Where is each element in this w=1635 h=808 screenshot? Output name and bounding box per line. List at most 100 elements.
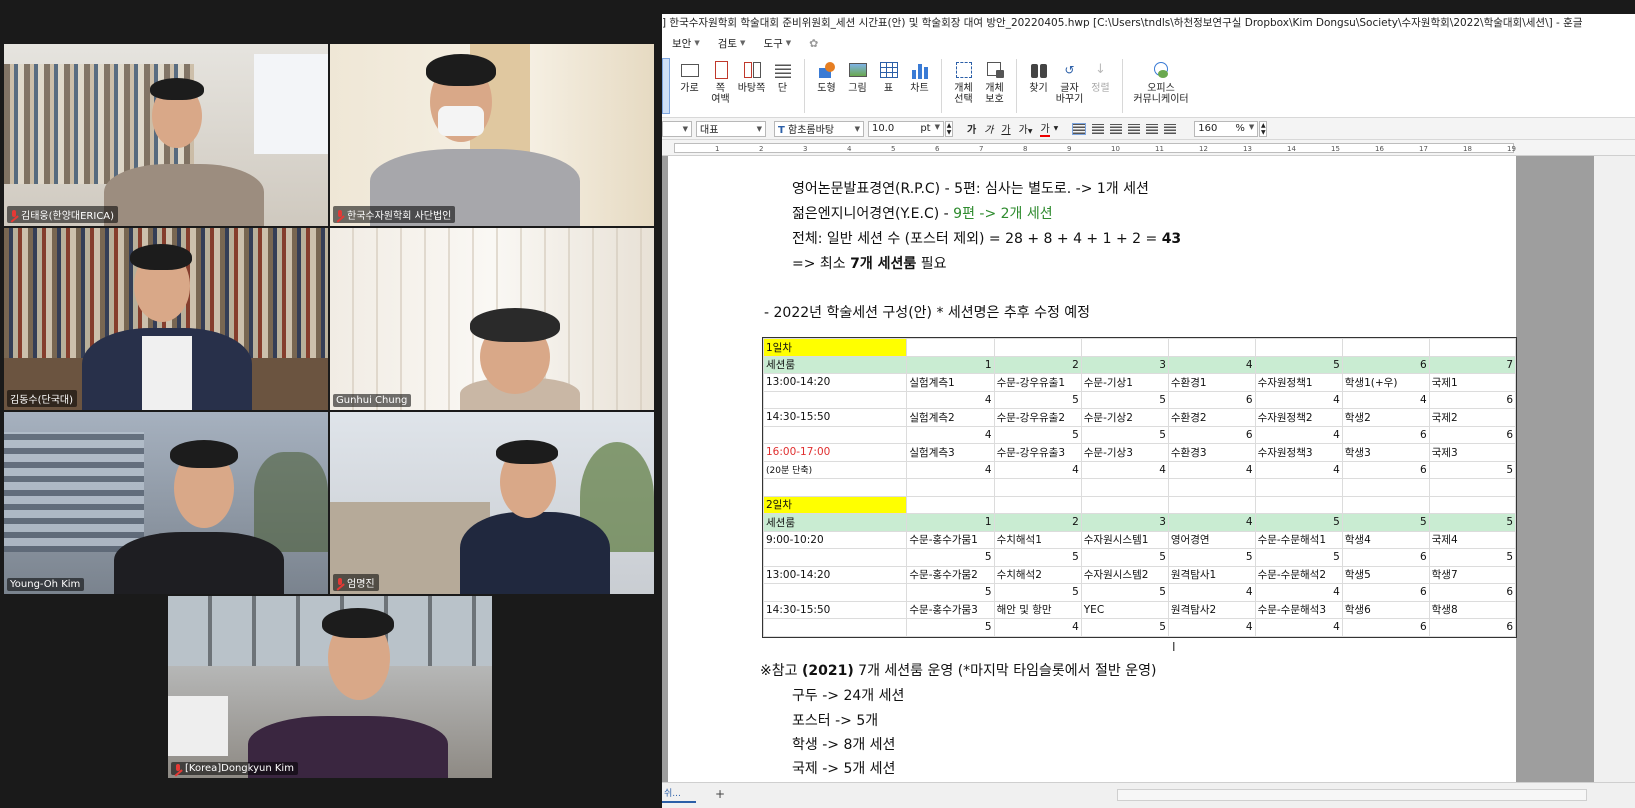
- paper-count[interactable]: 4: [1254, 390, 1343, 409]
- paper-count[interactable]: 6: [1341, 460, 1430, 479]
- session-name[interactable]: 수환경1: [1167, 373, 1256, 392]
- ribbon-toggle-icon[interactable]: ✿: [809, 37, 818, 50]
- session-name[interactable]: 수환경2: [1167, 408, 1256, 427]
- paper-count[interactable]: 6: [1428, 618, 1517, 637]
- menu-review[interactable]: 검토 ▼: [718, 36, 746, 51]
- italic-button[interactable]: 가: [984, 121, 993, 136]
- session-name[interactable]: 국제3: [1428, 443, 1517, 462]
- session-name[interactable]: 수치해석1: [993, 530, 1082, 549]
- paper-count[interactable]: 4: [1254, 425, 1343, 444]
- session-name[interactable]: 수문-수문해석2: [1254, 565, 1343, 584]
- master-page-button[interactable]: 바탕쪽: [736, 60, 767, 94]
- room-number[interactable]: 4: [1167, 513, 1256, 532]
- sheet-tab[interactable]: 쉬...: [662, 785, 696, 803]
- empty-cell[interactable]: [1254, 495, 1343, 514]
- table-button[interactable]: 표: [873, 60, 904, 94]
- empty-cell[interactable]: [762, 425, 908, 444]
- session-name[interactable]: 수문-기상3: [1080, 443, 1169, 462]
- room-number[interactable]: 5: [1254, 355, 1343, 374]
- empty-cell[interactable]: [1254, 338, 1343, 357]
- paper-count[interactable]: 6: [1341, 618, 1430, 637]
- text-color-button[interactable]: 가: [1040, 120, 1050, 137]
- paper-count[interactable]: 5: [993, 583, 1082, 602]
- replace-button[interactable]: ↺ 글자 바꾸기: [1054, 60, 1085, 105]
- paper-count[interactable]: 5: [906, 548, 995, 567]
- time-slot[interactable]: 14:30-15:50: [762, 600, 908, 619]
- empty-cell[interactable]: [1167, 338, 1256, 357]
- paper-count[interactable]: 5: [1080, 548, 1169, 567]
- font-size-spinner[interactable]: ▲ ▼: [945, 120, 953, 137]
- paper-count[interactable]: 6: [1428, 583, 1517, 602]
- bold-button[interactable]: 가: [967, 121, 976, 136]
- room-number[interactable]: 2: [993, 355, 1082, 374]
- session-name[interactable]: 수문-수문해석3: [1254, 600, 1343, 619]
- paper-count[interactable]: 4: [1254, 583, 1343, 602]
- session-name[interactable]: 수문-기상2: [1080, 408, 1169, 427]
- line-spacing-combo[interactable]: 160% ▼: [1194, 120, 1259, 137]
- room-number[interactable]: 5: [1428, 513, 1517, 532]
- empty-cell[interactable]: [1080, 478, 1169, 497]
- empty-cell[interactable]: [1167, 478, 1256, 497]
- paper-count[interactable]: 4: [1254, 460, 1343, 479]
- empty-cell[interactable]: [993, 478, 1082, 497]
- picture-button[interactable]: 그림: [842, 60, 873, 94]
- session-name[interactable]: 학생3: [1341, 443, 1430, 462]
- session-name[interactable]: 영어경연: [1167, 530, 1256, 549]
- video-tile-7[interactable]: [Korea]Dongkyun Kim: [168, 596, 492, 778]
- session-name[interactable]: 학생8: [1428, 600, 1517, 619]
- paper-count[interactable]: 6: [1428, 390, 1517, 409]
- session-name[interactable]: 수자원시스템2: [1080, 565, 1169, 584]
- page-margin-button[interactable]: 쪽 여백: [705, 60, 736, 105]
- video-tile-5[interactable]: Young-Oh Kim: [4, 412, 328, 594]
- empty-cell[interactable]: [1428, 478, 1517, 497]
- empty-cell[interactable]: [1341, 495, 1430, 514]
- paper-count[interactable]: 4: [1167, 583, 1256, 602]
- session-name[interactable]: 수문-홍수가뭄1: [906, 530, 995, 549]
- empty-cell[interactable]: [993, 338, 1082, 357]
- video-tile-4[interactable]: Gunhui Chung: [330, 228, 654, 410]
- session-name[interactable]: 국제1: [1428, 373, 1517, 392]
- session-name[interactable]: 학생4: [1341, 530, 1430, 549]
- empty-cell[interactable]: [1080, 338, 1169, 357]
- sort-button[interactable]: ↓ 정렬: [1085, 60, 1116, 94]
- align-left-icon[interactable]: [1092, 123, 1105, 134]
- paper-count[interactable]: 5: [906, 583, 995, 602]
- empty-cell[interactable]: [1254, 478, 1343, 497]
- style-combo[interactable]: 대표 ▼: [696, 120, 766, 137]
- paper-count[interactable]: 5: [993, 425, 1082, 444]
- time-slot[interactable]: 16:00-17:00: [762, 443, 908, 462]
- font-size-combo[interactable]: 10.0 pt ▼: [868, 120, 944, 137]
- empty-cell[interactable]: [906, 478, 995, 497]
- chevron-down-icon[interactable]: ▼: [1054, 125, 1059, 132]
- paper-count[interactable]: 5: [1080, 618, 1169, 637]
- session-name[interactable]: 수환경3: [1167, 443, 1256, 462]
- paper-count[interactable]: 4: [1167, 460, 1256, 479]
- align-center-icon[interactable]: [1110, 123, 1123, 134]
- session-name[interactable]: 수문-수문해석1: [1254, 530, 1343, 549]
- session-name[interactable]: 원격탐사2: [1167, 600, 1256, 619]
- session-name[interactable]: 수문-홍수가뭄2: [906, 565, 995, 584]
- document-page[interactable]: 영어논문발표경연(R.P.C) - 5편: 심사는 별도로. -> 1개 세션 …: [668, 156, 1517, 782]
- paper-count[interactable]: 5: [906, 618, 995, 637]
- room-label[interactable]: 세션룸: [762, 513, 908, 532]
- style-blank-combo[interactable]: ▼: [662, 120, 692, 137]
- empty-cell[interactable]: [1080, 495, 1169, 514]
- align-distribute-icon[interactable]: [1146, 123, 1159, 134]
- empty-cell[interactable]: [906, 338, 995, 357]
- empty-cell[interactable]: [762, 583, 908, 602]
- paper-count[interactable]: 6: [1428, 425, 1517, 444]
- paper-count[interactable]: 5: [1428, 548, 1517, 567]
- paper-count[interactable]: 4: [906, 460, 995, 479]
- empty-cell[interactable]: [1428, 495, 1517, 514]
- paper-count[interactable]: 5: [993, 390, 1082, 409]
- font-combo[interactable]: T 함초롬바탕 ▼: [774, 120, 864, 137]
- session-name[interactable]: 학생1(+우): [1341, 373, 1430, 392]
- session-name[interactable]: 수문-기상1: [1080, 373, 1169, 392]
- object-select-button[interactable]: 개체 선택: [948, 60, 979, 105]
- session-name[interactable]: 국제4: [1428, 530, 1517, 549]
- vertical-scrollbar[interactable]: [1594, 156, 1635, 782]
- paper-count[interactable]: 5: [993, 548, 1082, 567]
- paper-count[interactable]: 6: [1167, 425, 1256, 444]
- session-name[interactable]: 학생7: [1428, 565, 1517, 584]
- paper-count[interactable]: 5: [1254, 548, 1343, 567]
